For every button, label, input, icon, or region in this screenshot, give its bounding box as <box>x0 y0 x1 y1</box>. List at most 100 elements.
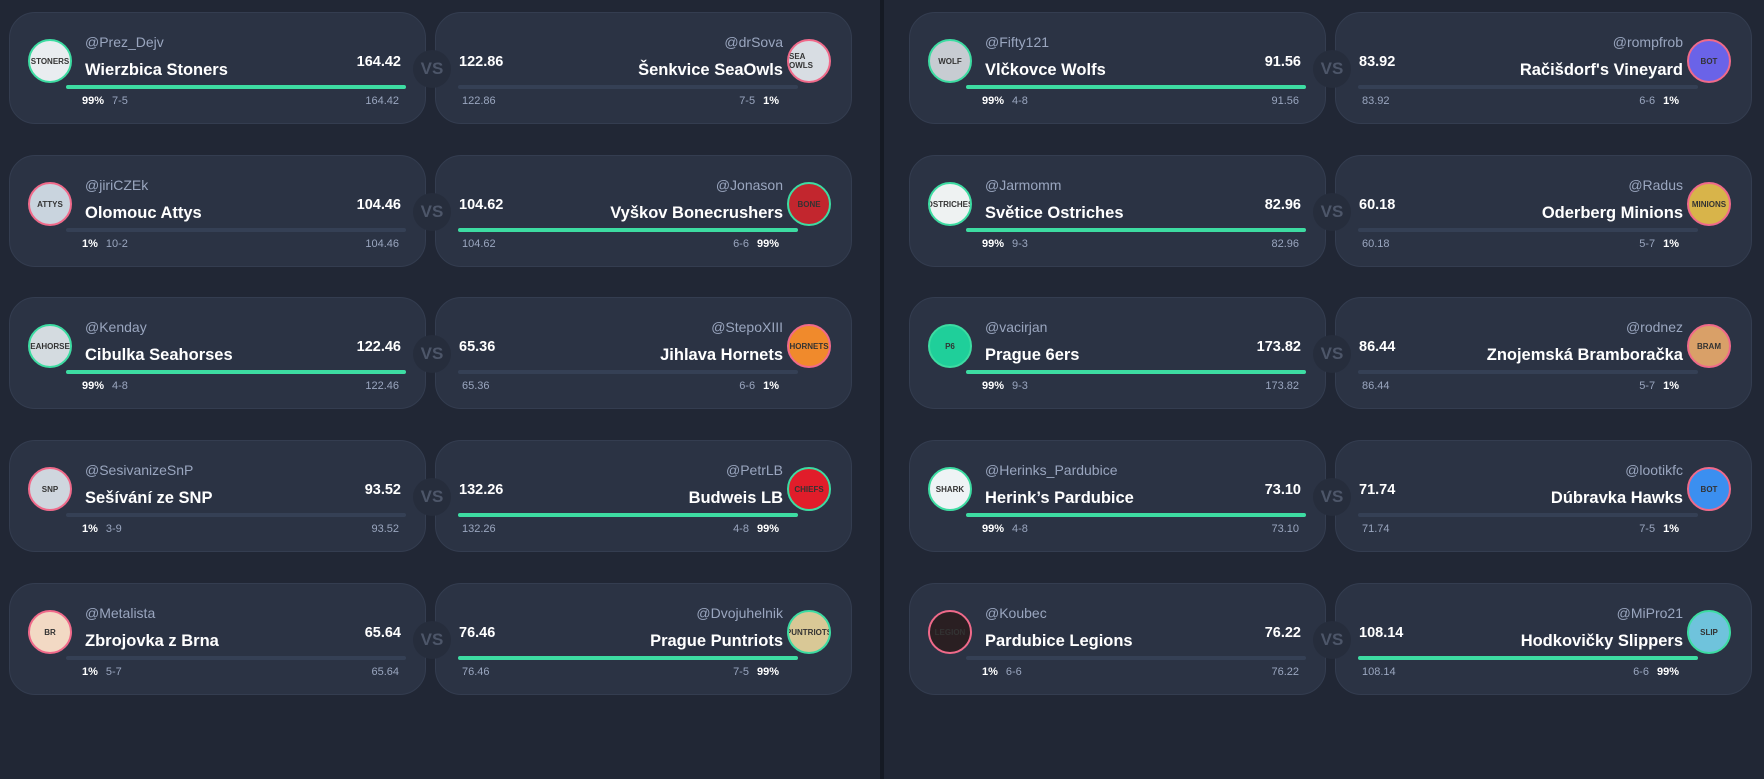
status-marker <box>32 365 36 366</box>
away-team-card[interactable]: SEA OWLS @drSova Šenkvice SeaOwls 122.86… <box>435 12 852 124</box>
owner-handle[interactable]: @Koubec <box>985 605 1047 621</box>
home-team-card[interactable]: P6 @vacirjan Prague 6ers 173.82 99% 9-3 1… <box>909 297 1326 409</box>
owner-handle[interactable]: @lootikfc <box>1625 462 1683 478</box>
away-team-card[interactable]: MINIONS @Radus Oderberg Minions 60.18 60… <box>1335 155 1752 267</box>
owner-handle[interactable]: @Prez_Dejv <box>85 34 164 50</box>
home-team-card[interactable]: STONERS @Prez_Dejv Wierzbica Stoners 164… <box>9 12 426 124</box>
team-score: 71.74 <box>1359 482 1396 498</box>
team-logo-avatar: ATTYS <box>28 182 72 226</box>
owner-handle[interactable]: @Jarmomm <box>985 177 1061 193</box>
team-name[interactable]: Dúbravka Hawks <box>1551 489 1683 508</box>
team-name[interactable]: Vyškov Bonecrushers <box>610 204 783 223</box>
team-name[interactable]: Hodkovičky Slippers <box>1521 632 1683 651</box>
projected-points: 76.46 <box>462 666 490 678</box>
away-team-card[interactable]: HORNETS @StepoXIII Jihlava Hornets 65.36… <box>435 297 852 409</box>
team-name[interactable]: Oderberg Minions <box>1542 204 1683 223</box>
away-team-card[interactable]: SLIP @MiPro21 Hodkovičky Slippers 108.14… <box>1335 583 1752 695</box>
owner-handle[interactable]: @Herinks_Pardubice <box>985 462 1118 478</box>
projected-points: 104.46 <box>365 238 399 250</box>
win-probability-bar <box>966 370 1306 374</box>
team-logo-avatar: SNP <box>28 467 72 511</box>
team-score: 60.18 <box>1359 197 1396 213</box>
team-logo-avatar: BRAM <box>1687 324 1731 368</box>
status-marker <box>799 223 803 224</box>
team-name[interactable]: Jihlava Hornets <box>660 346 783 365</box>
home-team-card[interactable]: SNP @SesivanizeSnP Sešívání ze SNP 93.52… <box>9 440 426 552</box>
vs-badge: VS <box>1313 335 1351 373</box>
win-info: 7-5 1% <box>1639 523 1679 535</box>
home-team-card[interactable]: ATTYS @jiriCZEk Olomouc Attys 104.46 1% 1… <box>9 155 426 267</box>
owner-handle[interactable]: @SesivanizeSnP <box>85 462 193 478</box>
home-team-card[interactable]: LEGION @Koubec Pardubice Legions 76.22 1… <box>909 583 1326 695</box>
owner-handle[interactable]: @rodnez <box>1626 319 1683 335</box>
team-name[interactable]: Pardubice Legions <box>985 632 1133 651</box>
team-score: 76.22 <box>1264 625 1301 641</box>
away-team-card[interactable]: BOT @rompfrob Račišdorf's Vineyard 83.92… <box>1335 12 1752 124</box>
team-score: 91.56 <box>1264 54 1301 70</box>
away-team-card[interactable]: BONE @Jonason Vyškov Bonecrushers 104.62… <box>435 155 852 267</box>
team-record: 6-6 <box>1633 666 1649 678</box>
win-probability-bar <box>66 656 406 660</box>
owner-handle[interactable]: @Metalista <box>85 605 155 621</box>
team-name[interactable]: Prague Puntriots <box>650 632 783 651</box>
home-team-card[interactable]: WOLF @Fifty121 Vlčkovce Wolfs 91.56 99% 4… <box>909 12 1326 124</box>
team-name[interactable]: Budweis LB <box>689 489 783 508</box>
status-marker <box>799 508 803 509</box>
owner-handle[interactable]: @MiPro21 <box>1617 605 1683 621</box>
avatar-label: SNP <box>41 484 59 494</box>
team-name[interactable]: Račišdorf's Vineyard <box>1520 61 1683 80</box>
team-name[interactable]: Cibulka Seahorses <box>85 346 233 365</box>
away-team-card[interactable]: CHIEFS @PetrLB Budweis LB 132.26 132.26 … <box>435 440 852 552</box>
team-record: 4-8 <box>733 523 749 535</box>
away-team-card[interactable]: BOT @lootikfc Dúbravka Hawks 71.74 71.74… <box>1335 440 1752 552</box>
owner-handle[interactable]: @jiriCZEk <box>85 177 148 193</box>
status-marker <box>932 223 936 224</box>
team-record: 4-8 <box>1012 95 1028 107</box>
team-name[interactable]: Šenkvice SeaOwls <box>638 61 783 80</box>
team-score: 86.44 <box>1359 339 1396 355</box>
avatar-label: SEA OWLS <box>789 52 813 70</box>
win-info: 4-8 99% <box>733 523 779 535</box>
away-team-card[interactable]: PUNTRIOTS @Dvojuhelnik Prague Puntriots … <box>435 583 852 695</box>
projected-points: 132.26 <box>462 523 496 535</box>
owner-handle[interactable]: @Fifty121 <box>985 34 1049 50</box>
win-info: 5-7 1% <box>1639 380 1679 392</box>
owner-handle[interactable]: @Jonason <box>716 177 783 193</box>
owner-handle[interactable]: @Radus <box>1628 177 1683 193</box>
owner-handle[interactable]: @StepoXIII <box>711 319 783 335</box>
projected-points: 122.46 <box>365 380 399 392</box>
win-info: 99% 4-8 <box>982 523 1028 535</box>
home-team-card[interactable]: SHARK @Herinks_Pardubice Herink’s Pardub… <box>909 440 1326 552</box>
home-team-card[interactable]: OSTRICHES @Jarmomm Světice Ostriches 82.… <box>909 155 1326 267</box>
team-name[interactable]: Světice Ostriches <box>985 204 1124 223</box>
team-logo-avatar: SHARK <box>928 467 972 511</box>
team-name[interactable]: Vlčkovce Wolfs <box>985 61 1106 80</box>
team-record: 9-3 <box>1012 380 1028 392</box>
win-probability-fill <box>66 85 406 89</box>
win-probability-fill <box>458 228 798 232</box>
team-score: 108.14 <box>1359 625 1404 641</box>
win-probability-bar <box>966 85 1306 89</box>
team-name[interactable]: Wierzbica Stoners <box>85 61 228 80</box>
team-name[interactable]: Zbrojovka z Brna <box>85 632 219 651</box>
owner-handle[interactable]: @rompfrob <box>1613 34 1683 50</box>
home-team-card[interactable]: SEAHORSES @Kenday Cibulka Seahorses 122.… <box>9 297 426 409</box>
team-name[interactable]: Prague 6ers <box>985 346 1079 365</box>
away-team-card[interactable]: BRAM @rodnez Znojemská Bramboračka 86.44… <box>1335 297 1752 409</box>
win-probability-fill <box>458 656 798 660</box>
win-probability-fill <box>966 513 1306 517</box>
owner-handle[interactable]: @Dvojuhelnik <box>696 605 783 621</box>
win-probability-fill <box>66 370 406 374</box>
status-marker <box>799 365 803 366</box>
owner-handle[interactable]: @vacirjan <box>985 319 1047 335</box>
team-name[interactable]: Herink’s Pardubice <box>985 489 1134 508</box>
home-team-card[interactable]: BR @Metalista Zbrojovka z Brna 65.64 1% 5… <box>9 583 426 695</box>
owner-handle[interactable]: @PetrLB <box>726 462 783 478</box>
team-name[interactable]: Znojemská Bramboračka <box>1487 346 1683 365</box>
team-name[interactable]: Olomouc Attys <box>85 204 202 223</box>
owner-handle[interactable]: @Kenday <box>85 319 147 335</box>
team-record: 7-5 <box>739 95 756 107</box>
team-logo-avatar: SEA OWLS <box>787 39 831 83</box>
owner-handle[interactable]: @drSova <box>724 34 783 50</box>
team-name[interactable]: Sešívání ze SNP <box>85 489 212 508</box>
